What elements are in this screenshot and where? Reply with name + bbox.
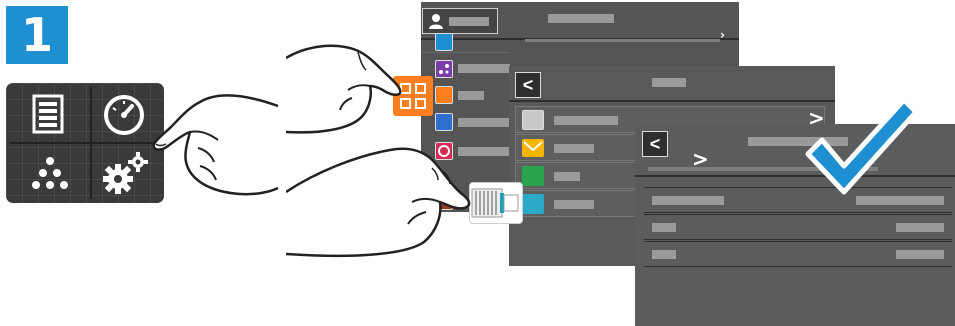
email-icon bbox=[522, 139, 544, 157]
settings-row-label-placeholder bbox=[652, 223, 676, 232]
user-login-button[interactable] bbox=[422, 8, 498, 34]
card-icon bbox=[522, 194, 544, 214]
home-row-divider bbox=[421, 52, 509, 53]
settings-row-value-placeholder bbox=[896, 223, 944, 232]
hand-pointing-middle-icon bbox=[286, 44, 402, 134]
checkmark-icon bbox=[805, 97, 919, 195]
apps-title-placeholder bbox=[652, 78, 686, 87]
apps-small-icon[interactable] bbox=[435, 86, 453, 104]
connect-label-placeholder bbox=[458, 118, 510, 127]
connect-icon[interactable] bbox=[435, 113, 453, 131]
apps-label-placeholder bbox=[458, 91, 484, 100]
network-dots-icon[interactable] bbox=[30, 153, 70, 193]
scan-to-icon[interactable] bbox=[435, 33, 453, 51]
home-subbar bbox=[525, 39, 720, 42]
settings-row-label-placeholder bbox=[652, 250, 676, 259]
user-label-placeholder bbox=[449, 17, 489, 26]
back-chevron-icon: < bbox=[522, 75, 534, 95]
email-label-placeholder bbox=[554, 144, 594, 153]
back-button[interactable]: < bbox=[515, 72, 541, 98]
fax-label-placeholder bbox=[554, 172, 580, 181]
settings-row-value-placeholder bbox=[896, 250, 944, 259]
job-list-icon[interactable] bbox=[28, 93, 68, 135]
fax-icon bbox=[522, 166, 544, 186]
settings-row[interactable] bbox=[644, 214, 952, 240]
home-title-placeholder bbox=[548, 14, 614, 23]
hand-pointing-bottom-icon bbox=[286, 147, 471, 258]
settings-row[interactable] bbox=[644, 241, 952, 267]
settings-back-button[interactable]: < bbox=[642, 131, 668, 157]
hand-pointing-top-icon bbox=[152, 94, 279, 196]
user-icon bbox=[429, 14, 443, 29]
contacts-icon bbox=[522, 110, 544, 130]
workflow-label-placeholder bbox=[458, 64, 510, 73]
apps-header-divider bbox=[509, 100, 835, 102]
settings-back-chevron-icon: < bbox=[649, 134, 661, 154]
contacts-label-placeholder bbox=[554, 116, 618, 125]
step-number-badge: 1 bbox=[6, 6, 68, 64]
home-chevron-icon: › bbox=[720, 28, 725, 42]
settings-row-label-placeholder bbox=[652, 196, 724, 205]
workflow-icon[interactable] bbox=[435, 60, 453, 78]
panel-divider-horizontal bbox=[10, 142, 160, 144]
card-label-placeholder bbox=[554, 200, 594, 209]
